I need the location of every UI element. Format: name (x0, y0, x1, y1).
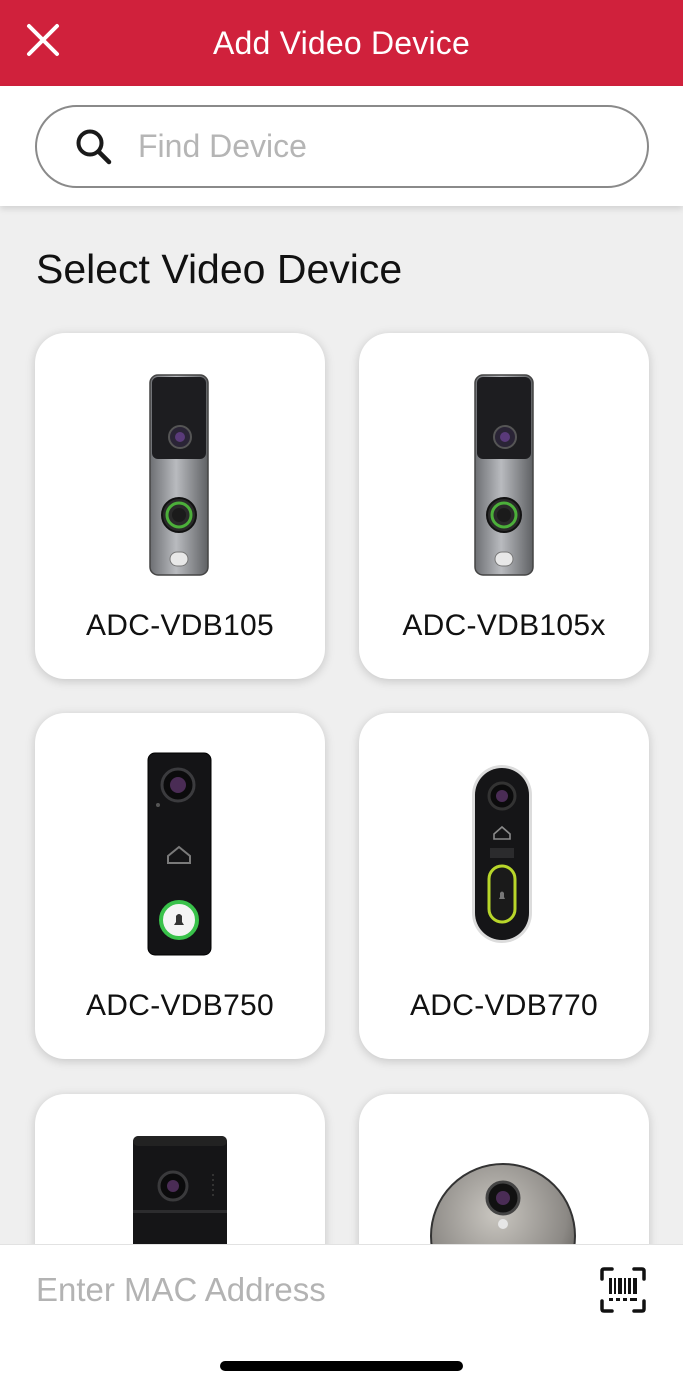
device-card-adc-vdb105x[interactable]: ADC-VDB105x (359, 333, 649, 679)
close-icon (27, 24, 59, 56)
device-label: ADC-VDB770 (409, 989, 599, 1022)
device-card-adc-vdb105[interactable]: ADC-VDB105 (35, 333, 325, 679)
device-label: ADC-VDB105 (85, 609, 275, 642)
top-app-bar: Add Video Device (0, 0, 683, 86)
page-title: Add Video Device (213, 24, 470, 61)
search-field[interactable] (35, 105, 649, 188)
device-card-adc-vdb770[interactable]: ADC-VDB770 (359, 713, 649, 1059)
doorbell-black-rectangular-icon (147, 752, 212, 956)
device-card-adc-vdb750[interactable]: ADC-VDB750 (35, 713, 325, 1059)
search-icon (76, 129, 112, 164)
slim-doorbell-silver-icon (149, 374, 209, 576)
section-title: Select Video Device (36, 246, 403, 292)
device-label: ADC-VDB105x (402, 609, 606, 642)
doorbell-black-rounded-icon (472, 765, 532, 943)
barcode-scan-icon (600, 1267, 646, 1313)
slim-doorbell-silver-icon (474, 374, 534, 576)
close-button[interactable] (22, 19, 64, 61)
device-label: ADC-VDB750 (85, 989, 275, 1022)
home-indicator (220, 1361, 463, 1371)
search-input[interactable] (138, 128, 578, 165)
mac-address-input[interactable] (36, 1267, 556, 1313)
barcode-scan-button[interactable] (598, 1265, 648, 1315)
search-section (0, 86, 683, 206)
device-grid: ADC-VDB105 ADC-VDB105x ADC-VDB750 ADC-VD… (0, 0, 683, 1390)
